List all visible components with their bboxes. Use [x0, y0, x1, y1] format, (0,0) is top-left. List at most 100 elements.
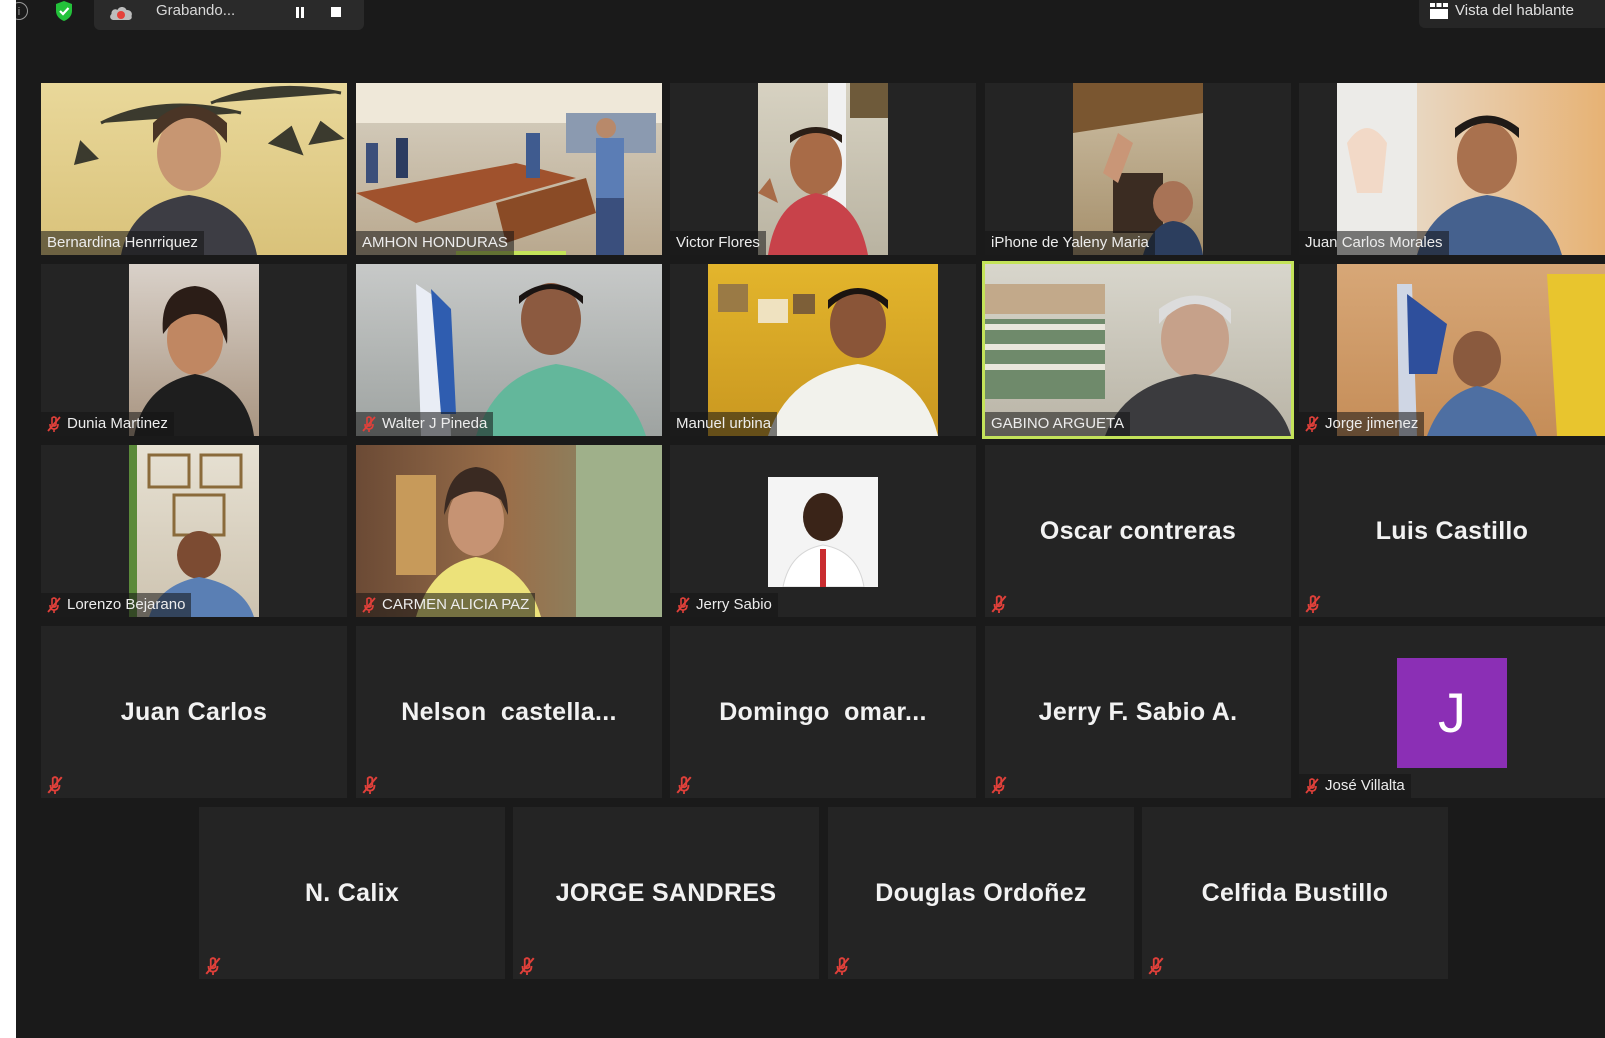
- participant-name: Walter J Pineda: [356, 412, 494, 436]
- participant-tile[interactable]: J José Villalta: [1299, 626, 1605, 798]
- avatar: J: [1397, 658, 1507, 768]
- participant-name-text: CARMEN ALICIA PAZ: [382, 596, 530, 613]
- participant-video: [1073, 83, 1203, 255]
- participant-name: Jerry F. Sabio A.: [1038, 698, 1238, 726]
- participant-name-text: Manuel urbina: [676, 415, 772, 432]
- video-frame: [758, 83, 888, 255]
- participant-tile[interactable]: Juan Carlos Morales: [1299, 83, 1605, 255]
- participant-name: José Villalta: [1299, 774, 1411, 798]
- participant-name-text: Dunia Martinez: [67, 415, 168, 432]
- participant-name: iPhone de Yaleny Maria: [985, 231, 1155, 255]
- participant-name: Jerry Sabio: [670, 593, 778, 617]
- grid-icon: [1430, 3, 1448, 19]
- participant-tile[interactable]: Walter J Pineda: [356, 264, 662, 436]
- video-frame: [1397, 274, 1605, 436]
- participant-name: Juan Carlos: [120, 698, 268, 726]
- participant-name-text: iPhone de Yaleny Maria: [991, 234, 1149, 251]
- stop-recording-button[interactable]: [326, 2, 346, 22]
- participant-video: [985, 264, 1291, 436]
- participant-name-text: Jorge jimenez: [1325, 415, 1419, 432]
- video-frame: [1073, 83, 1203, 255]
- participant-video: [356, 264, 662, 436]
- participant-tile[interactable]: Juan Carlos: [41, 626, 347, 798]
- participant-tile[interactable]: Jerry Sabio: [670, 445, 976, 617]
- participant-video: [356, 445, 662, 617]
- mic-muted-icon: [1148, 957, 1164, 975]
- mic-muted-icon: [834, 957, 850, 975]
- participant-tile[interactable]: AMHON HONDURAS: [356, 83, 662, 255]
- participant-video: [129, 445, 259, 617]
- mic-muted-icon: [676, 597, 690, 614]
- participant-name: N. Calix: [304, 879, 400, 907]
- mic-muted-icon: [362, 776, 378, 794]
- profile-photo: [782, 493, 865, 587]
- participant-tile[interactable]: Dunia Martinez: [41, 264, 347, 436]
- participant-tile-active-speaker[interactable]: GABINO ARGUETA: [982, 261, 1294, 439]
- participant-video: [1337, 264, 1605, 436]
- participant-video: [129, 264, 259, 436]
- participant-name-text: Bernardina Henrriquez: [47, 234, 198, 251]
- pause-recording-button[interactable]: [290, 2, 310, 22]
- participant-video: [708, 264, 938, 436]
- participant-tile[interactable]: Jerry F. Sabio A.: [985, 626, 1291, 798]
- participant-name: Domingo omar...: [719, 698, 927, 726]
- participant-name: Nelson castella...: [401, 698, 617, 726]
- participant-video: [1337, 83, 1605, 255]
- video-frame: [356, 83, 662, 255]
- mic-muted-icon: [519, 957, 535, 975]
- participant-name: AMHON HONDURAS: [356, 231, 514, 255]
- participant-name: Bernardina Henrriquez: [41, 231, 204, 255]
- video-frame: [134, 286, 254, 436]
- participant-tile[interactable]: CARMEN ALICIA PAZ: [356, 445, 662, 617]
- participant-tile[interactable]: Manuel urbina: [670, 264, 976, 436]
- info-icon[interactable]: i: [16, 2, 28, 20]
- participant-tile[interactable]: Bernardina Henrriquez: [41, 83, 347, 255]
- meeting-window: i Grabando... Vista del hablante Bernard…: [16, 0, 1605, 1038]
- participant-tile[interactable]: Luis Castillo: [1299, 445, 1605, 617]
- video-frame: [73, 85, 345, 255]
- mic-muted-icon: [991, 776, 1007, 794]
- participant-name: GABINO ARGUETA: [985, 412, 1131, 436]
- participant-name-text: GABINO ARGUETA: [991, 415, 1125, 432]
- mic-muted-icon: [47, 776, 63, 794]
- mic-muted-icon: [362, 416, 376, 433]
- participant-name-text: Walter J Pineda: [382, 415, 488, 432]
- participant-name: Victor Flores: [670, 231, 766, 255]
- participant-name: JORGE SANDRES: [555, 879, 777, 907]
- mic-muted-icon: [1305, 778, 1319, 795]
- participant-tile[interactable]: Jorge jimenez: [1299, 264, 1605, 436]
- view-toggle-button[interactable]: Vista del hablante: [1419, 0, 1605, 28]
- mic-muted-icon: [991, 595, 1007, 613]
- participant-tile[interactable]: iPhone de Yaleny Maria: [985, 83, 1291, 255]
- participant-tile[interactable]: Lorenzo Bejarano: [41, 445, 347, 617]
- participant-name: Jorge jimenez: [1299, 412, 1425, 436]
- participant-tile[interactable]: Celfida Bustillo: [1142, 807, 1448, 979]
- video-frame: [718, 284, 938, 436]
- participant-tile[interactable]: Douglas Ordoñez: [828, 807, 1134, 979]
- video-frame: [416, 283, 646, 436]
- cloud-record-icon: [110, 7, 132, 20]
- participant-tile[interactable]: Domingo omar...: [670, 626, 976, 798]
- participant-name: CARMEN ALICIA PAZ: [356, 593, 536, 617]
- participant-tile[interactable]: JORGE SANDRES: [513, 807, 819, 979]
- shield-check-icon[interactable]: [54, 0, 74, 22]
- participant-name: Dunia Martinez: [41, 412, 174, 436]
- participant-video: [41, 83, 347, 255]
- participant-name: Luis Castillo: [1375, 517, 1529, 545]
- participant-tile[interactable]: Oscar contreras: [985, 445, 1291, 617]
- participant-name: Celfida Bustillo: [1201, 879, 1389, 907]
- video-frame: [396, 445, 662, 617]
- participant-name-text: Jerry Sabio: [696, 596, 772, 613]
- mic-muted-icon: [362, 597, 376, 614]
- mic-muted-icon: [676, 776, 692, 794]
- participant-name: Lorenzo Bejarano: [41, 593, 192, 617]
- participant-name-text: Victor Flores: [676, 234, 760, 251]
- participant-photo: [768, 477, 878, 587]
- mic-muted-icon: [1305, 595, 1321, 613]
- recording-label: Grabando...: [156, 2, 236, 19]
- participant-tile[interactable]: Nelson castella...: [356, 626, 662, 798]
- video-frame: [1337, 83, 1562, 255]
- view-toggle-label: Vista del hablante: [1455, 2, 1574, 19]
- participant-tile[interactable]: Victor Flores: [670, 83, 976, 255]
- participant-tile[interactable]: N. Calix: [199, 807, 505, 979]
